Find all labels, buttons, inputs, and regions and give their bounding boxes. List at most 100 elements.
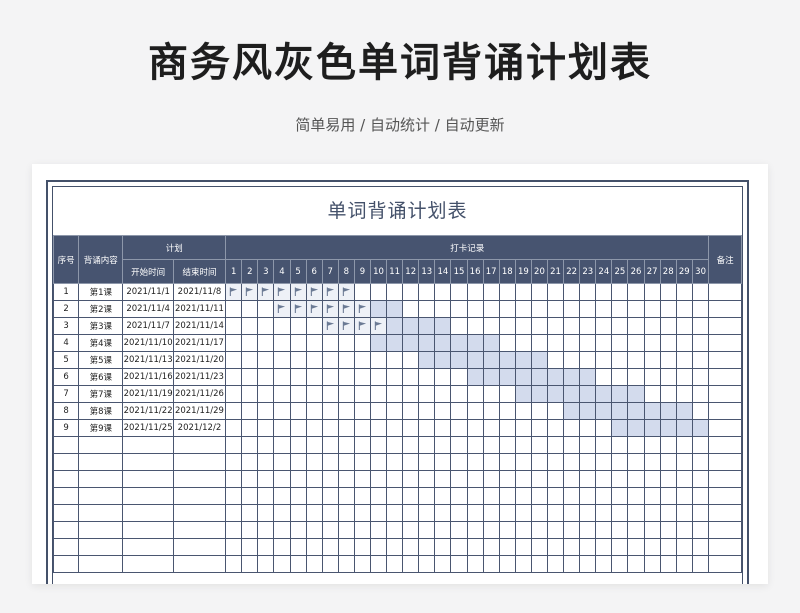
day-cell xyxy=(273,402,291,420)
start-date-cell: 2021/11/16 xyxy=(122,368,174,386)
end-date-cell: 2021/11/17 xyxy=(172,334,227,352)
empty-cell xyxy=(482,487,500,505)
empty-cell xyxy=(386,470,404,488)
day-cell xyxy=(418,317,436,335)
day-cell xyxy=(289,317,307,335)
day-cell xyxy=(547,402,565,420)
day-cell xyxy=(595,351,613,369)
empty-cell xyxy=(595,504,613,522)
day-cell xyxy=(530,351,549,369)
empty-cell xyxy=(675,487,693,505)
day-cell xyxy=(305,317,323,335)
day-header: 26 xyxy=(627,259,645,284)
day-cell xyxy=(337,368,355,386)
empty-cell xyxy=(498,504,516,522)
empty-cell xyxy=(172,453,227,471)
empty-cell xyxy=(530,487,549,505)
day-cell xyxy=(305,368,323,386)
empty-cell xyxy=(52,436,80,454)
empty-cell xyxy=(418,521,436,539)
day-cell xyxy=(450,334,468,352)
start-date-cell: 2021/11/19 xyxy=(122,385,174,403)
content-cell: 第1课 xyxy=(78,283,124,301)
day-cell xyxy=(611,368,629,386)
day-cell xyxy=(579,368,597,386)
table-row: 3 第3课 2021/11/7 2021/11/14 xyxy=(52,317,742,335)
empty-cell xyxy=(122,504,174,522)
empty-cell xyxy=(643,487,661,505)
day-cell xyxy=(514,283,532,301)
empty-cell xyxy=(643,436,661,454)
day-cell xyxy=(482,419,500,437)
empty-cell xyxy=(241,487,259,505)
empty-cell xyxy=(321,504,339,522)
day-cell xyxy=(418,334,436,352)
day-cell xyxy=(498,385,516,403)
empty-cell xyxy=(466,436,484,454)
day-cell xyxy=(466,402,484,420)
empty-cell xyxy=(225,521,243,539)
day-cell xyxy=(563,300,581,318)
day-cell xyxy=(386,351,404,369)
empty-cell xyxy=(289,436,307,454)
day-cell xyxy=(353,385,371,403)
day-cell xyxy=(241,317,259,335)
empty-cell xyxy=(386,555,404,573)
table-row: 9 第9课 2021/11/25 2021/12/2 xyxy=(52,419,742,437)
day-cell xyxy=(418,368,436,386)
day-cell xyxy=(225,385,243,403)
table-row: 4 第4课 2021/11/10 2021/11/17 xyxy=(52,334,742,352)
empty-cell xyxy=(257,521,275,539)
day-cell xyxy=(530,368,549,386)
day-cell xyxy=(369,368,388,386)
empty-cell xyxy=(595,436,613,454)
day-header: 23 xyxy=(579,259,597,284)
empty-cell xyxy=(402,521,420,539)
empty-cell xyxy=(353,453,371,471)
empty-cell xyxy=(434,504,452,522)
day-cell xyxy=(691,334,710,352)
day-cell xyxy=(257,351,275,369)
empty-cell xyxy=(337,487,355,505)
day-header: 22 xyxy=(563,259,581,284)
empty-cell xyxy=(498,538,516,556)
day-cell xyxy=(386,402,404,420)
empty-cell xyxy=(514,487,532,505)
content-cell: 第8课 xyxy=(78,402,124,420)
empty-cell xyxy=(691,521,710,539)
empty-cell xyxy=(434,487,452,505)
day-cell xyxy=(321,334,339,352)
day-cell xyxy=(434,283,452,301)
empty-cell xyxy=(563,453,581,471)
day-cell xyxy=(547,317,565,335)
empty-cell xyxy=(708,436,742,454)
empty-cell xyxy=(369,504,388,522)
empty-cell xyxy=(691,504,710,522)
day-cell xyxy=(369,402,388,420)
content-cell: 第9课 xyxy=(78,419,124,437)
empty-cell xyxy=(273,521,291,539)
day-cell xyxy=(659,368,677,386)
note-cell xyxy=(708,351,742,369)
note-cell xyxy=(708,368,742,386)
empty-cell xyxy=(563,487,581,505)
day-cell xyxy=(675,351,693,369)
day-cell xyxy=(402,419,420,437)
empty-cell xyxy=(337,504,355,522)
day-cell xyxy=(643,300,661,318)
empty-row xyxy=(52,470,742,488)
day-cell xyxy=(225,351,243,369)
sheet-title: 单词背诵计划表 xyxy=(327,200,468,222)
day-cell xyxy=(691,351,710,369)
day-cell xyxy=(547,351,565,369)
empty-cell xyxy=(305,436,323,454)
empty-cell xyxy=(52,555,80,573)
flag-icon xyxy=(229,287,238,296)
plan-table: 序号 背诵内容 计划 打卡记录 备注 开始时间 结束时间 1 2 3 4 5 6 7 8 9 10… xyxy=(52,235,742,573)
empty-cell xyxy=(579,470,597,488)
day-cell xyxy=(450,283,468,301)
day-header: 24 xyxy=(595,259,613,284)
empty-cell xyxy=(369,487,388,505)
day-cell xyxy=(418,402,436,420)
empty-cell xyxy=(273,470,291,488)
